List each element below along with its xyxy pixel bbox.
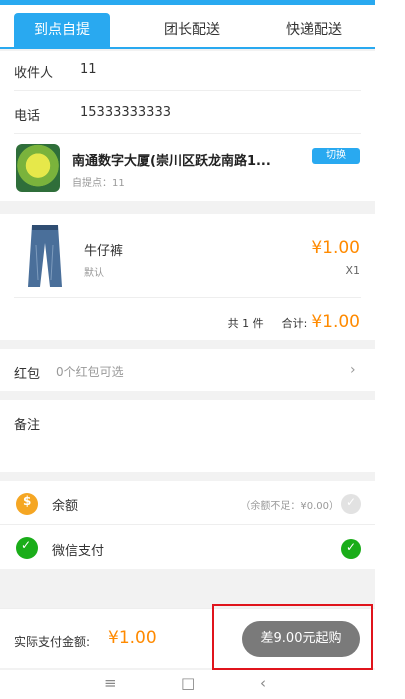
item-count: 共 1 件 [227,317,264,330]
product-spec: 默认 [84,268,104,279]
recipient-label: 收件人 [14,66,54,81]
jeans-product-image [28,225,62,287]
balance-note: （余额不足：¥0.00） [240,501,339,512]
product-row [14,214,361,298]
hongbao-value: 0个红包可选 [56,365,124,379]
highlight-box [212,604,373,670]
tab-leader-delivery[interactable]: 团长配送 [130,13,254,47]
product-quantity: X1 [345,264,360,277]
pay-total-label: 实际支付金额: [14,635,91,649]
system-nav-bar: ≡ □ ‹ [0,670,375,699]
wechat-check-mark: ✓ [346,540,357,554]
order-summary: 共 1 件 合计: ¥1.00 [228,312,360,332]
menu-icon[interactable]: ≡ [104,674,117,692]
hongbao-label: 红包 [14,367,41,382]
total-label: 合计: [281,317,308,330]
money-bag-symbol: $ [23,494,32,508]
recipient-value: 11 [80,62,97,77]
right-margin [375,0,405,699]
wechat-pay-label: 微信支付 [52,544,105,559]
tab-self-pickup[interactable]: 到点自提 [14,13,110,47]
store-name: 南通数字大厦(崇川区跃龙南路1... [72,154,271,169]
chevron-right-icon: › [350,362,356,378]
back-icon[interactable]: ‹ [260,674,266,692]
note-field[interactable] [0,400,375,472]
order-screen: 到点自提 团长配送 快递配送 收件人 11 电话 15333333333 南通数… [0,0,375,699]
note-label: 备注 [14,418,41,433]
total-price: ¥1.00 [311,312,360,332]
balance-label: 余额 [52,499,79,514]
store-image [16,144,60,192]
product-price: ¥1.00 [311,238,360,258]
wechat-pay-symbol: ✓ [21,538,32,552]
tab-express-delivery[interactable]: 快递配送 [252,13,376,47]
switch-store-button[interactable]: 切换 [312,148,360,164]
delivery-tabs: 到点自提 团长配送 快递配送 [0,5,375,49]
pay-total-value: ¥1.00 [108,628,157,648]
phone-label: 电话 [14,109,41,124]
recipient-row[interactable]: 收件人 11 [14,51,361,91]
balance-check-mark: ✓ [346,495,357,509]
phone-value: 15333333333 [80,105,171,120]
home-icon[interactable]: □ [181,674,195,692]
phone-row[interactable]: 电话 15333333333 [14,92,361,134]
pickup-point: 自提点：11 [72,178,125,189]
product-name: 牛仔裤 [84,244,124,259]
